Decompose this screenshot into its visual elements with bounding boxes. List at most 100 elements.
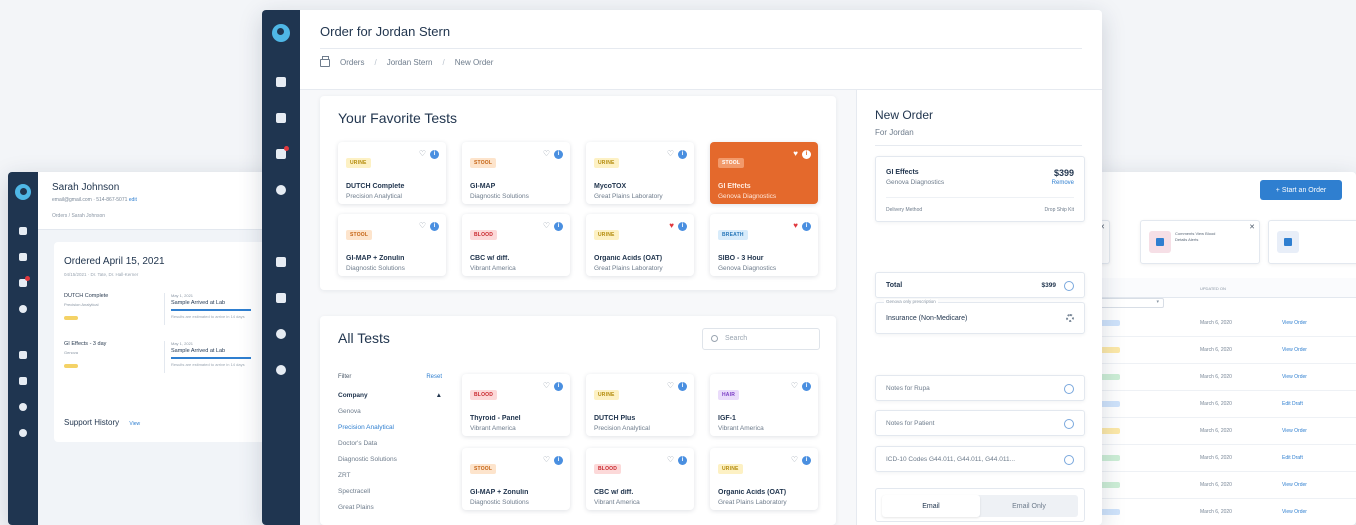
test-card[interactable]: STOOL ♡ i GI-MAP + Zonulin Diagnostic Soluti… [338,214,446,276]
info-icon[interactable]: i [678,382,687,391]
info-icon[interactable]: i [554,150,563,159]
heart-icon[interactable]: ♡ [791,382,798,390]
email-only-option[interactable]: Email Only [980,495,1078,517]
heart-icon[interactable]: ♡ [419,150,426,158]
info-icon[interactable]: i [802,222,811,231]
test-card[interactable]: URINE ♡ i MycoTOX Great Plains Laboratory [586,142,694,204]
alert-chip[interactable] [1268,220,1356,264]
gear-icon[interactable] [1066,314,1074,322]
notes-rupa-field[interactable]: Notes for Rupa [875,375,1085,401]
heart-icon[interactable]: ♡ [667,150,674,158]
test-card[interactable]: URINE ♥ i Organic Acids (OAT) Great Plains L… [586,214,694,276]
test-card[interactable]: URINE ♡ i Organic Acids (OAT) Great Plains L… [710,448,818,510]
test-card[interactable]: STOOL ♡ i GI-MAP Diagnostic Solutions [462,142,570,204]
insurance-select[interactable]: Genova only prescription Insurance (Non-… [875,299,1085,334]
alert-chip[interactable]: Comments View Blood Details Alerts ✕ [1140,220,1260,264]
search-input[interactable]: Search [702,328,820,350]
logo-icon[interactable] [272,24,290,42]
info-icon[interactable] [1064,455,1074,465]
heart-icon[interactable]: ♥ [793,150,798,158]
inbox-icon[interactable] [276,293,286,303]
start-order-button[interactable]: + Start an Order [1260,180,1342,200]
row-action-link[interactable]: View Order [1282,374,1307,380]
notes-patient-field[interactable]: Notes for Patient [875,410,1085,436]
test-card[interactable]: HAIR ♡ i IGF-1 Vibrant America [710,374,818,436]
home-icon[interactable] [276,77,286,87]
info-icon[interactable]: i [678,222,687,231]
breadcrumb-patient[interactable]: Jordan Stern [387,58,433,67]
heart-icon[interactable]: ♡ [543,222,550,230]
help-icon[interactable] [276,329,286,339]
info-icon[interactable]: i [802,150,811,159]
settings-icon[interactable] [276,185,286,195]
filter-option[interactable]: ZRT [338,472,442,479]
book-icon[interactable] [276,257,286,267]
row-action-link[interactable]: Edit Draft [1282,401,1303,407]
filter-option[interactable]: Great Plains [338,504,442,511]
account-icon[interactable] [276,365,286,375]
row-action-link[interactable]: Edit Draft [1282,455,1303,461]
test-card[interactable]: BLOOD ♡ i CBC w/ diff. Vibrant America [462,214,570,276]
heart-icon[interactable]: ♡ [543,456,550,464]
orders-icon[interactable] [19,253,27,261]
edit-contact-link[interactable]: edit [129,197,137,203]
orders-icon[interactable] [276,113,286,123]
info-icon[interactable] [1064,419,1074,429]
row-action-link[interactable]: View Order [1282,482,1307,488]
patients-icon[interactable] [19,276,30,287]
test-card[interactable]: URINE ♡ i DUTCH Complete Precision Analytica… [338,142,446,204]
reset-filters-link[interactable]: Reset [426,374,442,380]
info-icon[interactable]: i [430,150,439,159]
patients-icon[interactable] [276,146,289,159]
account-icon[interactable] [19,429,27,437]
close-icon[interactable]: ✕ [1249,223,1255,231]
info-icon[interactable]: i [678,456,687,465]
icd-codes-field[interactable]: ICD-10 Codes G44.011, G44.011, G44.011..… [875,446,1085,472]
test-card[interactable]: STOOL ♡ i GI-MAP + Zonulin Diagnostic Soluti… [462,448,570,510]
inbox-icon[interactable] [19,377,27,385]
heart-icon[interactable]: ♡ [419,222,426,230]
heart-icon[interactable]: ♡ [791,456,798,464]
heart-icon[interactable]: ♡ [543,382,550,390]
filter-category[interactable]: Company ▲ [338,392,442,399]
filter-option[interactable]: Spectracell [338,488,442,495]
info-icon[interactable]: i [554,222,563,231]
info-icon[interactable]: i [554,382,563,391]
heart-icon[interactable]: ♥ [793,222,798,230]
test-card[interactable]: URINE ♡ i DUTCH Plus Precision Analytical [586,374,694,436]
delivery-method-value[interactable]: Drop Ship Kit [1045,207,1074,213]
test-card[interactable]: BLOOD ♡ i CBC w/ diff. Vibrant America [586,448,694,510]
info-icon[interactable]: i [802,456,811,465]
info-icon[interactable]: i [678,150,687,159]
home-icon[interactable] [19,227,27,235]
info-icon[interactable] [1064,281,1074,291]
help-icon[interactable] [19,403,27,411]
breadcrumb-orders[interactable]: Orders [340,58,364,67]
test-card[interactable]: BREATH ♥ i SIBO - 3 Hour Genova Diagnostics [710,214,818,276]
remove-item-button[interactable]: Remove [1052,180,1074,186]
row-action-link[interactable]: View Order [1282,320,1307,326]
heart-icon[interactable]: ♡ [667,382,674,390]
row-action-link[interactable]: View Order [1282,428,1307,434]
info-icon[interactable]: i [802,382,811,391]
settings-icon[interactable] [19,305,27,313]
row-action-link[interactable]: View Order [1282,509,1307,515]
filter-option[interactable]: Genova [338,408,442,415]
info-icon[interactable] [1064,384,1074,394]
heart-icon[interactable]: ♥ [669,222,674,230]
email-option[interactable]: Email [882,495,980,517]
filter-option[interactable]: Precision Analytical [338,424,442,431]
row-action-link[interactable]: View Order [1282,347,1307,353]
book-icon[interactable] [19,351,27,359]
filter-option[interactable]: Diagnostic Solutions [338,456,442,463]
heart-icon[interactable]: ♡ [543,150,550,158]
support-view-link[interactable]: View [129,421,140,427]
info-icon[interactable]: i [430,222,439,231]
test-card[interactable]: BLOOD ♡ i Thyroid - Panel Vibrant America [462,374,570,436]
info-icon[interactable]: i [554,456,563,465]
logo-icon[interactable] [15,184,31,200]
heart-icon[interactable]: ♡ [667,456,674,464]
test-card[interactable]: STOOL ♥ i GI Effects Genova Diagnostics [710,142,818,204]
filter-option[interactable]: Doctor's Data [338,440,442,447]
status-select[interactable]: ▾ [1098,298,1164,308]
